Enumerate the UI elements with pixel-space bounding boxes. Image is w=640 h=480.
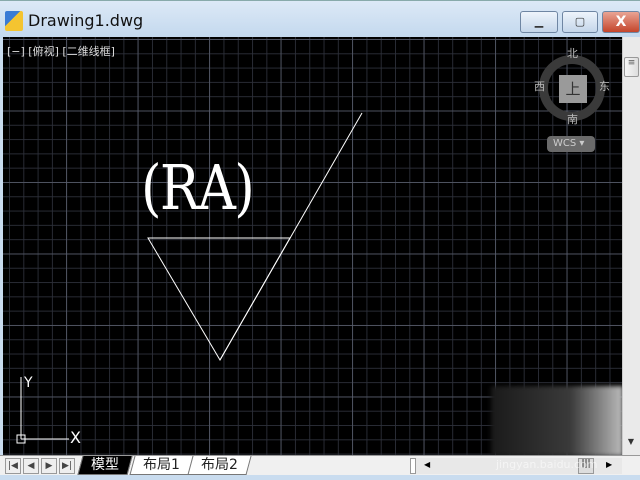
scroll-thumb[interactable]: ≡ — [624, 57, 639, 77]
close-button[interactable]: X — [602, 11, 640, 33]
first-tab-button[interactable]: |◀ — [5, 458, 21, 474]
window-bottom-border — [0, 475, 640, 480]
scroll-down-arrow[interactable]: ▼ — [623, 437, 639, 446]
window-title: Drawing1.dwg — [28, 11, 144, 30]
maximize-button[interactable]: ▢ — [562, 11, 598, 33]
viewcube-face[interactable]: 上 — [559, 75, 587, 103]
compass-north[interactable]: 北 — [567, 45, 578, 61]
tab-layout1[interactable]: 布局1 — [129, 456, 194, 475]
splitter-handle[interactable] — [410, 458, 416, 474]
last-tab-button[interactable]: ▶| — [59, 458, 75, 474]
minimize-button[interactable]: ▁ — [520, 11, 558, 33]
tab-layout2-label: 布局2 — [201, 457, 238, 473]
ucs-icon: Y X — [16, 375, 81, 445]
ucs-x-label: X — [70, 428, 81, 445]
vertical-scrollbar[interactable]: ▲ ≡ ▼ — [622, 37, 640, 455]
scroll-left-arrow[interactable]: ◀ — [424, 460, 430, 469]
watermark: jingyan.baidu.com — [496, 458, 598, 471]
tab-layout2[interactable]: 布局2 — [187, 456, 252, 475]
ucs-y-label: Y — [23, 375, 33, 391]
tab-layout1-label: 布局1 — [143, 457, 180, 473]
scroll-right-arrow[interactable]: ▶ — [606, 460, 612, 469]
compass-south[interactable]: 南 — [567, 111, 578, 127]
wcs-dropdown[interactable]: WCS ▾ — [547, 136, 595, 152]
blurred-region — [491, 386, 623, 456]
tab-model-label: 模型 — [91, 457, 119, 473]
prev-tab-button[interactable]: ◀ — [23, 458, 39, 474]
compass-east[interactable]: 东 — [599, 78, 610, 94]
roughness-annotation-text[interactable]: (RA) — [141, 151, 255, 224]
viewcube[interactable]: 上 北 南 东 西 WCS ▾ — [533, 45, 613, 152]
tab-model[interactable]: 模型 — [77, 456, 133, 475]
next-tab-button[interactable]: ▶ — [41, 458, 57, 474]
title-bar: Drawing1.dwg ▁ ▢ X — [0, 0, 640, 38]
compass-west[interactable]: 西 — [534, 78, 545, 94]
autocad-file-icon — [5, 11, 23, 31]
roughness-triangle — [147, 237, 291, 361]
